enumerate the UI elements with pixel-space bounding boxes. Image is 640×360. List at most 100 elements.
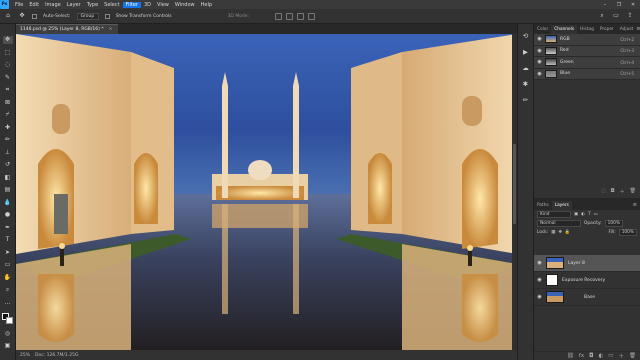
search-icon[interactable]: ⌕	[598, 12, 606, 20]
menu-filter[interactable]: Filter	[122, 1, 141, 8]
hand-tool-icon[interactable]: ✋	[3, 274, 13, 282]
crop-tool-icon[interactable]: ⌗	[3, 86, 13, 94]
document-tab[interactable]: 1146.psd @ 25% (Layer 8, RGB/16) * ×	[16, 24, 119, 34]
link-layers-icon[interactable]: ⛓	[567, 353, 574, 359]
pen-tool-icon[interactable]: ✒	[3, 224, 13, 232]
minimize-button[interactable]: –	[598, 2, 612, 8]
fill-field[interactable]: 100%	[618, 229, 637, 236]
filter-pixel-icon[interactable]: ▣	[574, 212, 578, 217]
photoshop-logo-icon[interactable]: Ps	[0, 0, 9, 9]
tab-paths[interactable]: Paths	[534, 201, 552, 210]
quick-select-tool-icon[interactable]: ✎	[3, 74, 13, 82]
menu-help[interactable]: Help	[198, 2, 215, 8]
visibility-eye-icon[interactable]: ◉	[537, 294, 542, 300]
plugins-icon[interactable]: ✱	[522, 80, 530, 88]
lasso-tool-icon[interactable]: ◌	[3, 61, 13, 69]
align-right-icon[interactable]	[297, 12, 305, 20]
align-center-icon[interactable]	[286, 12, 294, 20]
zoom-tool-icon[interactable]: ⌕	[3, 286, 13, 294]
layer-row[interactable]: ◉ Exposure Recovery	[534, 272, 640, 289]
scroll-thumb[interactable]	[513, 144, 516, 224]
layer-row[interactable]: ◉ Base	[534, 289, 640, 306]
workspace-icon[interactable]: ▭	[612, 12, 620, 20]
gradient-tool-icon[interactable]: ▤	[3, 186, 13, 194]
tab-adjustments[interactable]: Adjust	[617, 25, 636, 34]
save-selection-icon[interactable]: ◘	[611, 188, 615, 194]
visibility-eye-icon[interactable]: ◉	[537, 59, 542, 65]
channel-row[interactable]: ◉ Red Ctrl+3	[534, 45, 640, 57]
adjustment-layer-icon[interactable]: ◐	[598, 353, 603, 359]
channel-row[interactable]: ◉ RGB Ctrl+2	[534, 34, 640, 46]
close-button[interactable]: ✕	[626, 2, 640, 8]
type-tool-icon[interactable]: T	[3, 236, 13, 244]
delete-layer-icon[interactable]: 🗑	[629, 353, 636, 359]
history-icon[interactable]: ⟲	[522, 32, 530, 40]
filter-type-icon[interactable]: T	[588, 212, 591, 217]
tab-color[interactable]: Color	[534, 25, 551, 34]
background-color-swatch[interactable]	[5, 317, 13, 324]
lock-all-icon[interactable]: 🔒	[565, 230, 570, 235]
layers-menu-icon[interactable]: ≡	[633, 201, 640, 210]
marquee-tool-icon[interactable]: ⬚	[3, 49, 13, 57]
lock-pixels-icon[interactable]: ▦	[551, 230, 555, 235]
zoom-readout[interactable]: 25%	[20, 353, 30, 358]
menu-edit[interactable]: Edit	[26, 2, 42, 8]
blur-tool-icon[interactable]: 💧	[3, 199, 13, 207]
visibility-eye-icon[interactable]: ◉	[537, 71, 542, 77]
blend-mode-dropdown[interactable]: Normal	[537, 220, 581, 227]
eyedropper-tool-icon[interactable]: ⌿	[3, 111, 13, 119]
tab-properties[interactable]: Proper	[597, 25, 617, 34]
layer-row[interactable]: ◉ Layer 8	[534, 255, 640, 272]
libraries-icon[interactable]: ☁	[522, 64, 530, 72]
dodge-tool-icon[interactable]: ●	[3, 211, 13, 219]
eraser-tool-icon[interactable]: ◧	[3, 174, 13, 182]
frame-tool-icon[interactable]: ⊠	[3, 99, 13, 107]
menu-layer[interactable]: Layer	[64, 2, 84, 8]
layer-style-icon[interactable]: fx	[579, 353, 584, 359]
move-tool-preset-icon[interactable]: ✥	[18, 12, 26, 20]
menu-3d[interactable]: 3D	[141, 2, 154, 8]
menu-type[interactable]: Type	[84, 2, 101, 8]
home-icon[interactable]: ⌂	[4, 12, 12, 20]
tab-layers[interactable]: Layers	[551, 201, 572, 210]
auto-select-checkbox[interactable]	[32, 13, 37, 19]
panel-menu-icon[interactable]: ≡	[636, 25, 640, 34]
filter-shape-icon[interactable]: ▭	[593, 212, 597, 217]
image-canvas[interactable]	[16, 34, 517, 350]
brush-tool-icon[interactable]: ✏	[3, 136, 13, 144]
add-mask-icon[interactable]: ◘	[589, 353, 593, 359]
share-icon[interactable]: ⇪	[626, 12, 634, 20]
close-tab-icon[interactable]: ×	[109, 27, 113, 32]
menu-select[interactable]: Select	[101, 2, 122, 8]
load-selection-icon[interactable]: ◌	[601, 188, 605, 194]
delete-channel-icon[interactable]: 🗑	[630, 188, 636, 194]
color-swatches[interactable]	[1, 313, 14, 325]
tab-histogram[interactable]: Histog	[577, 25, 597, 34]
brush-settings-icon[interactable]: ✏	[522, 96, 530, 104]
new-channel-icon[interactable]: ＋	[620, 188, 625, 195]
new-group-icon[interactable]: ▭	[608, 353, 613, 359]
new-layer-icon[interactable]: ＋	[619, 352, 625, 360]
menu-file[interactable]: File	[12, 2, 26, 8]
channel-row[interactable]: ◉ Green Ctrl+4	[534, 57, 640, 69]
tab-channels[interactable]: Channels	[551, 25, 578, 34]
visibility-eye-icon[interactable]: ◉	[537, 277, 542, 283]
auto-select-dropdown[interactable]: Group	[76, 12, 99, 20]
more-tools-icon[interactable]: …	[3, 299, 13, 307]
opacity-field[interactable]: 100%	[604, 220, 623, 227]
menu-image[interactable]: Image	[42, 2, 64, 8]
distribute-icon[interactable]	[308, 12, 316, 20]
menu-view[interactable]: View	[154, 2, 172, 8]
path-select-tool-icon[interactable]: ➤	[3, 249, 13, 257]
play-actions-icon[interactable]: ▶	[522, 48, 530, 56]
visibility-eye-icon[interactable]: ◉	[537, 48, 542, 54]
visibility-eye-icon[interactable]: ◉	[537, 260, 542, 266]
visibility-eye-icon[interactable]: ◉	[537, 36, 542, 42]
history-brush-tool-icon[interactable]: ↺	[3, 161, 13, 169]
channel-row[interactable]: ◉ Blue Ctrl+5	[534, 68, 640, 80]
show-transform-checkbox[interactable]	[104, 13, 110, 19]
healing-brush-tool-icon[interactable]: ✚	[3, 124, 13, 132]
restore-button[interactable]: ❐	[612, 2, 626, 8]
filter-adjustment-icon[interactable]: ◐	[581, 212, 585, 217]
clone-stamp-tool-icon[interactable]: ⊥	[3, 149, 13, 157]
